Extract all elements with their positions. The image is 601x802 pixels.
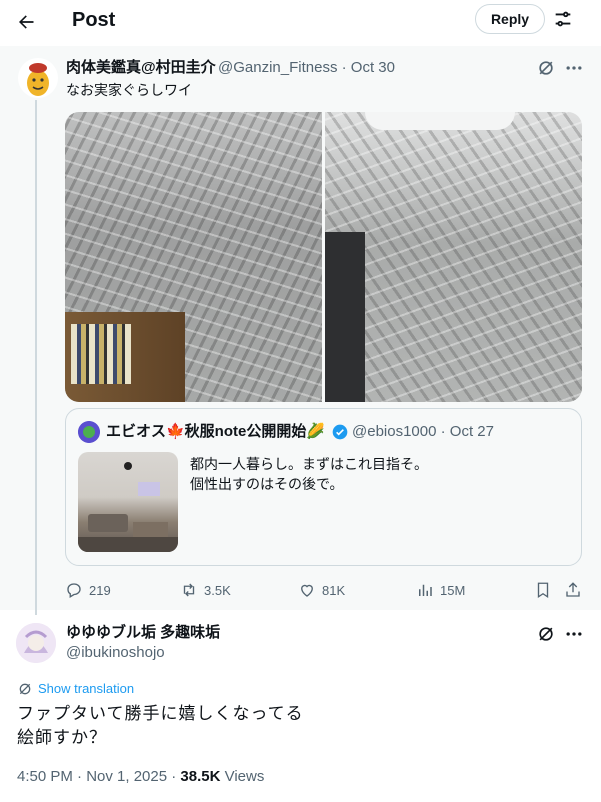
thread-connector xyxy=(35,100,37,615)
show-translation-link[interactable]: Show translation xyxy=(38,680,134,698)
views-count: 38.5K xyxy=(180,768,221,785)
author-handle[interactable]: @ibukinoshojo xyxy=(66,643,165,663)
settings-icon[interactable] xyxy=(552,8,576,32)
avatar[interactable] xyxy=(16,623,56,663)
share-action[interactable] xyxy=(564,580,582,600)
translate-icon[interactable] xyxy=(17,681,33,697)
author-name[interactable]: 肉体美鑑真@村田圭介 xyxy=(66,58,216,78)
repost-action[interactable]: 3.5K xyxy=(180,580,231,600)
author-handle[interactable]: @Ganzin_Fitness · Oct 30 xyxy=(218,58,395,78)
photo-left[interactable] xyxy=(65,112,322,402)
quote-text-line: 都内一人暮らし。まずはこれ目指そ。 xyxy=(190,456,428,472)
page-title: Post xyxy=(72,9,116,31)
post-timestamp[interactable]: 4:50 PM · Nov 1, 2025 · xyxy=(17,768,180,785)
reply-icon xyxy=(67,583,81,598)
reply-count: 219 xyxy=(89,582,111,598)
like-icon xyxy=(301,584,313,597)
quote-text-line: 個性出すのはその後で。 xyxy=(190,476,344,492)
views-label: Views xyxy=(220,768,265,785)
share-icon xyxy=(566,582,580,597)
views-count: 15M xyxy=(440,582,466,598)
like-count: 81K xyxy=(322,582,346,598)
ceiling-lamp xyxy=(365,112,515,130)
tweet-text: なお実家ぐらしワイ xyxy=(66,82,192,98)
more-icon[interactable] xyxy=(564,58,584,78)
quote-author-handle[interactable]: @ebios1000 · Oct 27 xyxy=(352,422,494,442)
media-grid[interactable] xyxy=(65,112,582,402)
quote-thumbnail[interactable] xyxy=(78,452,178,552)
reply-action[interactable]: 219 xyxy=(65,580,111,600)
bookmark-action[interactable] xyxy=(534,580,552,600)
grok-icon[interactable] xyxy=(536,624,556,644)
bookmark-icon xyxy=(537,582,549,599)
reply-text-line: ファプタいて勝手に嬉しくなってる xyxy=(17,704,304,723)
back-arrow-icon[interactable] xyxy=(12,8,40,36)
top-bar: Post Reply xyxy=(0,0,601,44)
repost-count: 3.5K xyxy=(204,582,231,598)
like-action[interactable]: 81K xyxy=(298,580,345,600)
views-action[interactable]: 15M xyxy=(416,580,465,600)
books xyxy=(71,324,131,384)
quote-avatar[interactable] xyxy=(78,421,100,443)
repost-icon xyxy=(183,583,195,597)
reply-text-line: 絵師すか？ xyxy=(17,728,107,747)
avatar[interactable] xyxy=(18,58,58,98)
reply-button[interactable]: Reply xyxy=(475,4,545,34)
grok-icon[interactable] xyxy=(536,58,556,78)
quote-author-name[interactable]: エビオス🍁秋服note公開開始🌽 xyxy=(106,422,325,442)
views-icon xyxy=(419,584,432,596)
more-icon[interactable] xyxy=(564,624,584,644)
doorway xyxy=(325,232,365,402)
verified-icon xyxy=(332,424,348,440)
post-meta: 4:50 PM · Nov 1, 2025 · 38.5K Views xyxy=(17,767,264,787)
photo-right[interactable] xyxy=(325,112,582,402)
author-name[interactable]: ゆゆゆブル垢 多趣味垢 xyxy=(66,623,220,643)
